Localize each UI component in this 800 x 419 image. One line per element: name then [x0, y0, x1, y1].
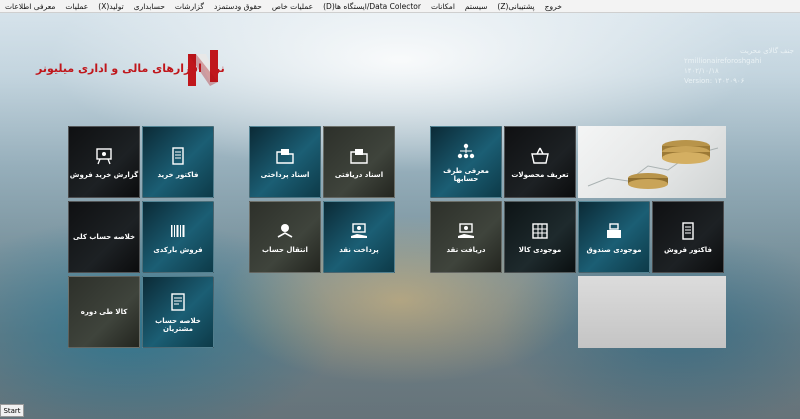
company-info: جنف گالای محریت ۲millionaireforoshgahi ۱…	[684, 46, 794, 86]
transfer-icon	[277, 223, 293, 238]
tile-label: فاکتور خرید	[157, 170, 199, 179]
menu-item-emkanat[interactable]: امکانات	[426, 2, 460, 11]
tile-forosh-barcodi[interactable]: فروش بارکدی	[142, 201, 214, 273]
barcode-icon	[171, 224, 185, 237]
tile-label: موجودی صندوق	[586, 245, 642, 254]
folder-documents-icon	[276, 148, 294, 164]
tile-factor-kharid[interactable]: فاکتور خرید	[142, 126, 214, 198]
shopping-basket-icon	[531, 147, 549, 164]
tile-label: معرفی طرف حسابها	[443, 166, 489, 183]
warehouse-shelf-icon	[532, 222, 548, 239]
tile-label: تعریف محصولات	[511, 170, 569, 179]
tile-label: کالا طی دوره	[80, 308, 128, 316]
tile-gozaresh-kharid-forosh[interactable]: گزارش خرید فروش	[68, 126, 140, 198]
people-network-icon	[457, 143, 475, 158]
receipt-icon	[682, 221, 694, 240]
menu-item-tolid[interactable]: تولید(X)	[93, 2, 128, 11]
tile-label: انتقال حساب	[262, 245, 308, 254]
cash-hand-icon	[351, 222, 367, 238]
tile-tarif-mahsolat[interactable]: تعریف محصولات	[504, 126, 576, 198]
tile-moarefi-taraf-hesab[interactable]: معرفی طرف حسابها	[430, 126, 502, 198]
coins-photo	[578, 126, 726, 198]
menu-item-system[interactable]: سیستم	[460, 2, 493, 11]
empty-tile-panel	[578, 276, 726, 348]
menu-item-hoghogh[interactable]: حقوق ودستمزد	[209, 2, 267, 11]
tile-label: پرداخت نقد	[339, 245, 379, 254]
menu-item-amaliat[interactable]: عملیات	[60, 2, 93, 11]
tile-label: فاکتور فروش	[664, 245, 712, 254]
menu-item-moarefi[interactable]: معرفی اطلاعات	[0, 2, 60, 11]
tile-pardakht-naghd[interactable]: پرداخت نقد	[323, 201, 395, 273]
menu-item-khoroj[interactable]: خروج	[540, 2, 567, 11]
menu-item-poshtibani[interactable]: پشتیبانی(Z)	[492, 2, 539, 11]
tile-label: اسناد پرداختی	[260, 170, 310, 179]
tile-label: خلاصه حساب کلی	[72, 233, 136, 241]
tile-kholase-hesab-koli[interactable]: خلاصه حساب کلی	[68, 201, 140, 273]
tile-label: فروش بارکدی	[153, 245, 203, 254]
menu-item-gozareshat[interactable]: گزارشات	[170, 2, 209, 11]
tile-label: دریافت نقد	[446, 245, 486, 254]
tile-kholase-hesab-moshtarian[interactable]: خلاصه حساب مشتریان	[142, 276, 214, 348]
tile-kala-tey-doreh[interactable]: کالا طی دوره	[68, 276, 140, 348]
presentation-board-icon	[96, 147, 112, 164]
tile-daryaft-naghd[interactable]: دریافت نقد	[430, 201, 502, 273]
version-text: Version: ۱۴۰۲۰۹۰۶	[684, 77, 745, 85]
brand-logo: نرم افزارهای مالی و اداری میلیونر	[36, 46, 226, 90]
coins-graph-image	[587, 140, 719, 189]
tile-asnad-daryafti[interactable]: اسناد دریافتی	[323, 126, 395, 198]
tile-asnad-pardakhti[interactable]: اسناد پرداختی	[249, 126, 321, 198]
menu-bar: معرفی اطلاعات عملیات تولید(X) حسابداری گ…	[0, 0, 800, 13]
database-name: ۲millionaireforoshgahi	[684, 57, 762, 65]
tile-label: موجودی کالا	[518, 245, 562, 254]
tile-label: اسناد دریافتی	[334, 170, 384, 179]
tile-mojodi-sandogh[interactable]: موجودی صندوق	[578, 201, 650, 273]
start-button[interactable]: Start	[0, 404, 24, 417]
report-document-icon	[171, 292, 185, 311]
menu-item-hesabdari[interactable]: حسابداری	[129, 2, 170, 11]
current-date: ۱۴۰۲/۱۰/۱۸	[684, 67, 719, 75]
menu-item-amaliat-khas[interactable]: عملیات خاص	[267, 2, 318, 11]
tile-label: گزارش خرید فروش	[69, 170, 139, 179]
tile-enteghal-hesab[interactable]: انتقال حساب	[249, 201, 321, 273]
invoice-icon	[172, 146, 184, 165]
tile-mojodi-kala[interactable]: موجودی کالا	[504, 201, 576, 273]
cash-register-icon	[607, 222, 621, 238]
tile-factor-forosh[interactable]: فاکتور فروش	[652, 201, 724, 273]
company-name: جنف گالای محریت	[739, 47, 794, 55]
folder-documents-icon	[350, 148, 368, 164]
m-logo-icon	[188, 50, 218, 86]
cash-hand-icon	[458, 222, 474, 238]
tile-label: خلاصه حساب مشتریان	[155, 316, 201, 333]
menu-item-data-collector[interactable]: Data Colector/ایستگاه ها(D)	[318, 2, 426, 11]
